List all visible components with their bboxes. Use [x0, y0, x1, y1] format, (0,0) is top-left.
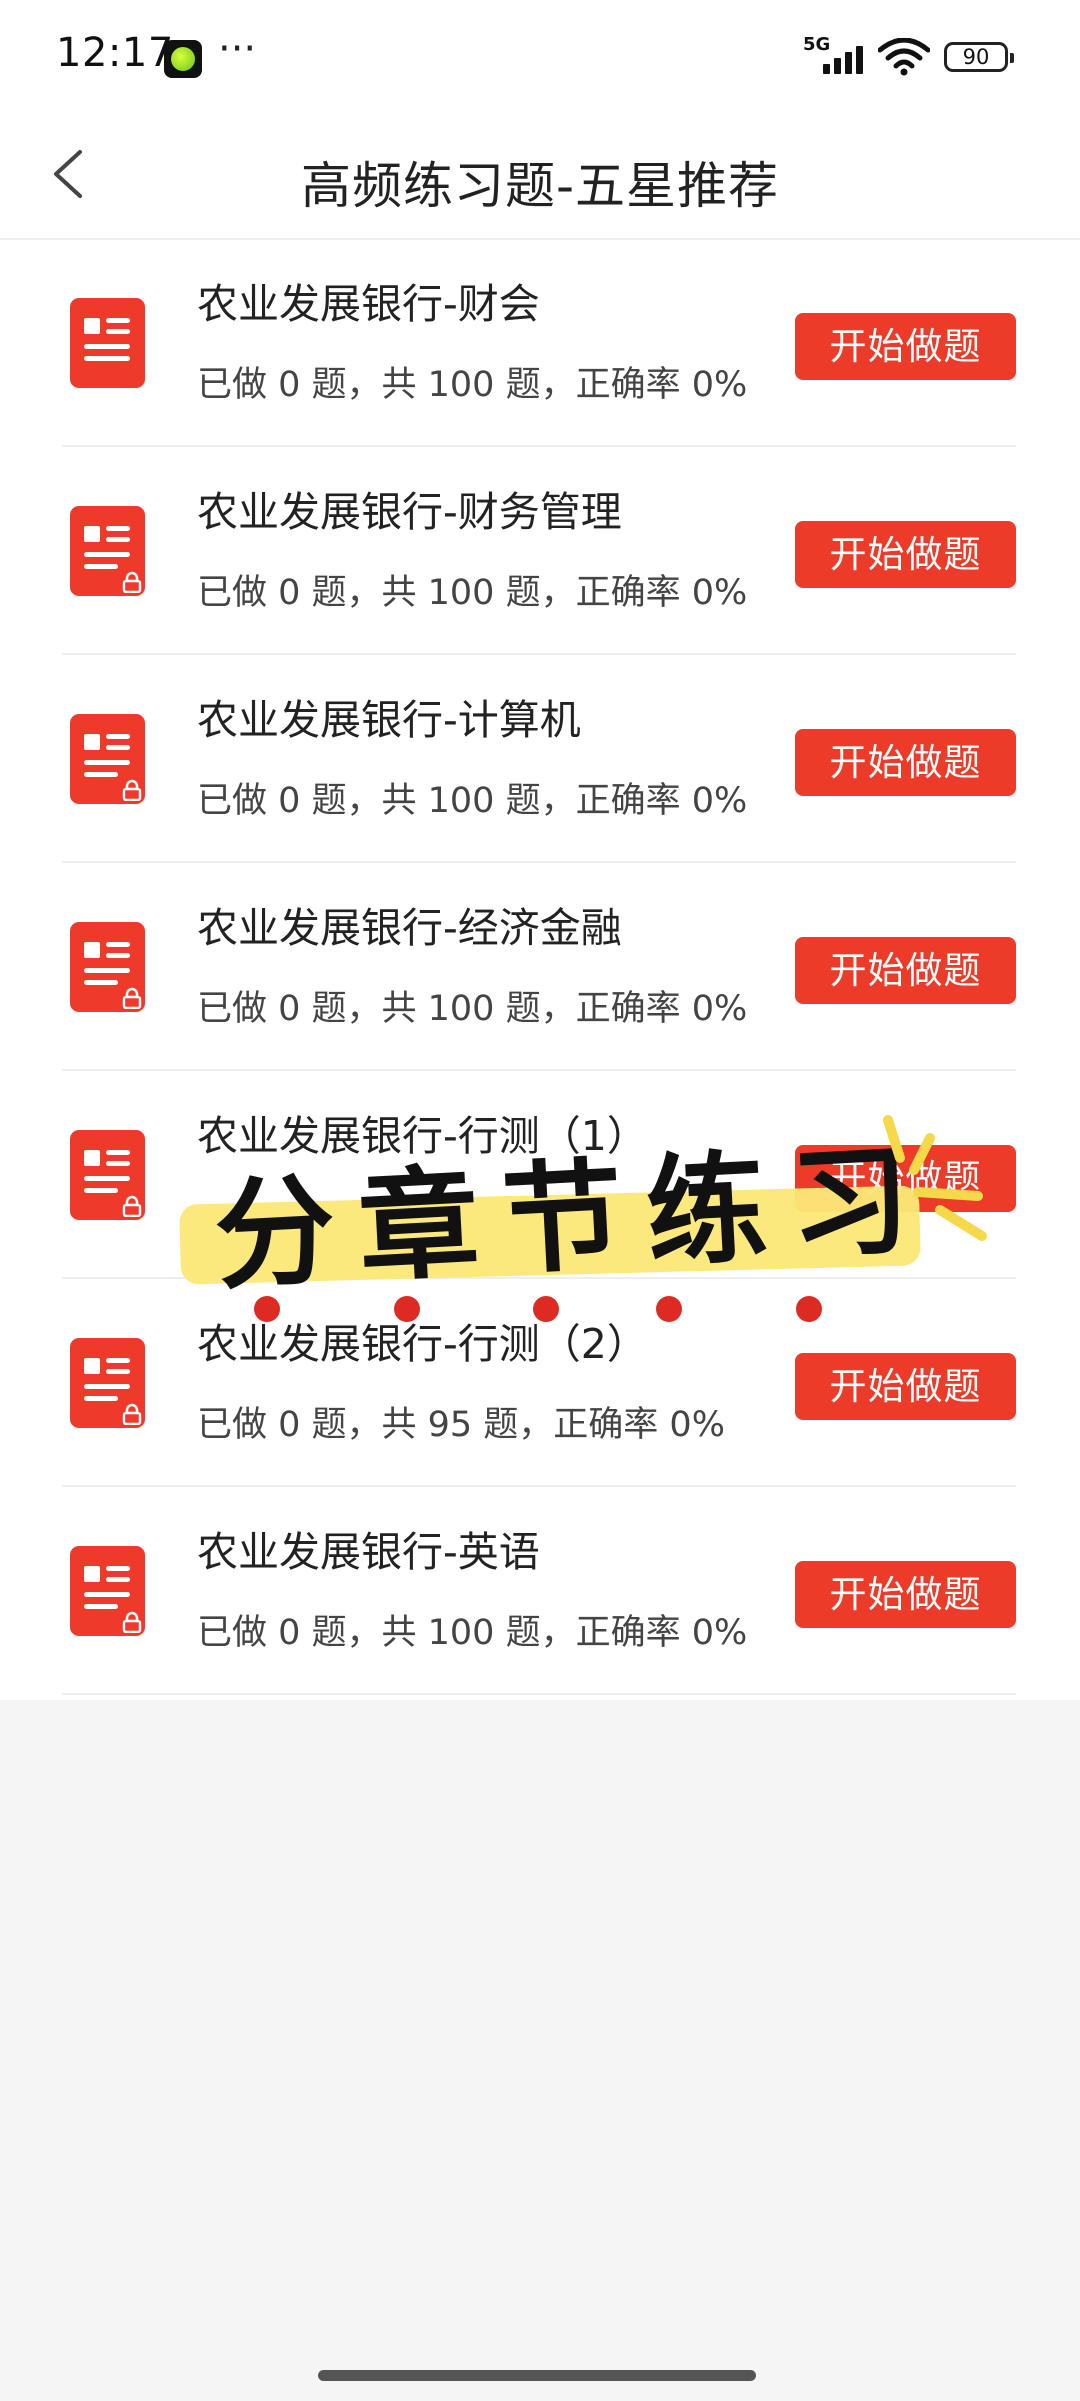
locked-document-icon: [70, 506, 145, 596]
status-bar: 12:17 ··· 5G 90: [0, 0, 1080, 120]
document-icon: [70, 298, 145, 388]
list-item[interactable]: 农业发展银行-财会已做 0 题，共 100 题，正确率 0% 开始做题: [62, 240, 1016, 447]
item-title: 农业发展银行-财会: [197, 280, 540, 328]
locked-document-icon: [70, 922, 145, 1012]
list-item[interactable]: 农业发展银行-英语已做 0 题，共 100 题，正确率 0% 开始做题: [62, 1488, 1016, 1695]
item-stats: 已做 0 题，共 100 题，正确率 0%: [197, 365, 748, 405]
list-item[interactable]: 农业发展银行-经济金融已做 0 题，共 100 题，正确率 0% 开始做题: [62, 864, 1016, 1071]
list-item[interactable]: 农业发展银行-计算机已做 0 题，共 100 题，正确率 0% 开始做题: [62, 656, 1016, 863]
status-time: 12:17: [56, 30, 174, 76]
start-practice-button[interactable]: 开始做题: [795, 937, 1016, 1004]
locked-document-icon: [70, 1338, 145, 1428]
lock-icon: [122, 779, 142, 801]
locked-document-icon: [70, 1546, 145, 1636]
item-title: 农业发展银行-英语: [197, 1528, 540, 1576]
lock-icon: [122, 571, 142, 593]
screen: 12:17 ··· 5G 90 高频练习题-五星推荐 农业发展银行-财会已做 0…: [0, 0, 1080, 2401]
start-practice-button[interactable]: 开始做题: [795, 521, 1016, 588]
app-notification-icon: [164, 40, 202, 78]
lock-icon: [122, 1195, 142, 1217]
item-title: 农业发展银行-经济金融: [197, 904, 622, 952]
red-dot-decoration: [533, 1296, 559, 1322]
item-stats: 已做 0 题，共 100 题，正确率 0%: [197, 781, 748, 821]
more-notifications-icon: ···: [218, 26, 257, 72]
battery-icon: 90: [944, 42, 1014, 72]
home-indicator[interactable]: [318, 2370, 756, 2381]
locked-document-icon: [70, 1130, 145, 1220]
red-dot-decoration: [254, 1296, 280, 1322]
item-title: 农业发展银行-计算机: [197, 696, 581, 744]
lock-icon: [122, 1611, 142, 1633]
red-dot-decoration: [796, 1296, 822, 1322]
question-bank-list: 农业发展银行-财会 已做 0 题，共 100 题，正确率 0% 开始做题 农业发展银行…: [0, 240, 1080, 1700]
lock-icon: [122, 987, 142, 1009]
item-stats: 已做 0 题，共 100 题，正确率 0%: [197, 573, 748, 613]
start-practice-button[interactable]: 开始做题: [795, 1353, 1016, 1420]
red-dot-decoration: [394, 1296, 420, 1322]
item-stats: 已做 0 题，共 95 题，正确率 0%: [197, 1405, 725, 1445]
locked-document-icon: [70, 714, 145, 804]
start-practice-button[interactable]: 开始做题: [795, 1561, 1016, 1628]
item-stats: 已做 0 题，共 100 题，正确率 0%: [197, 989, 748, 1029]
start-practice-button[interactable]: 开始做题: [795, 313, 1016, 380]
list-item[interactable]: 农业发展银行-财务管理已做 0 题，共 100 题，正确率 0% 开始做题: [62, 448, 1016, 655]
page-title: 高频练习题-五星推荐: [300, 157, 780, 215]
start-practice-button[interactable]: 开始做题: [795, 729, 1016, 796]
nav-bar: 高频练习题-五星推荐: [0, 120, 1080, 240]
lock-icon: [122, 1403, 142, 1425]
wifi-icon: [878, 38, 930, 76]
red-dot-decoration: [656, 1296, 682, 1322]
item-title: 农业发展银行-财务管理: [197, 488, 622, 536]
sparkle-decoration-icon: [883, 1115, 987, 1241]
item-stats: 已做 0 题，共 100 题，正确率 0%: [197, 1613, 748, 1653]
